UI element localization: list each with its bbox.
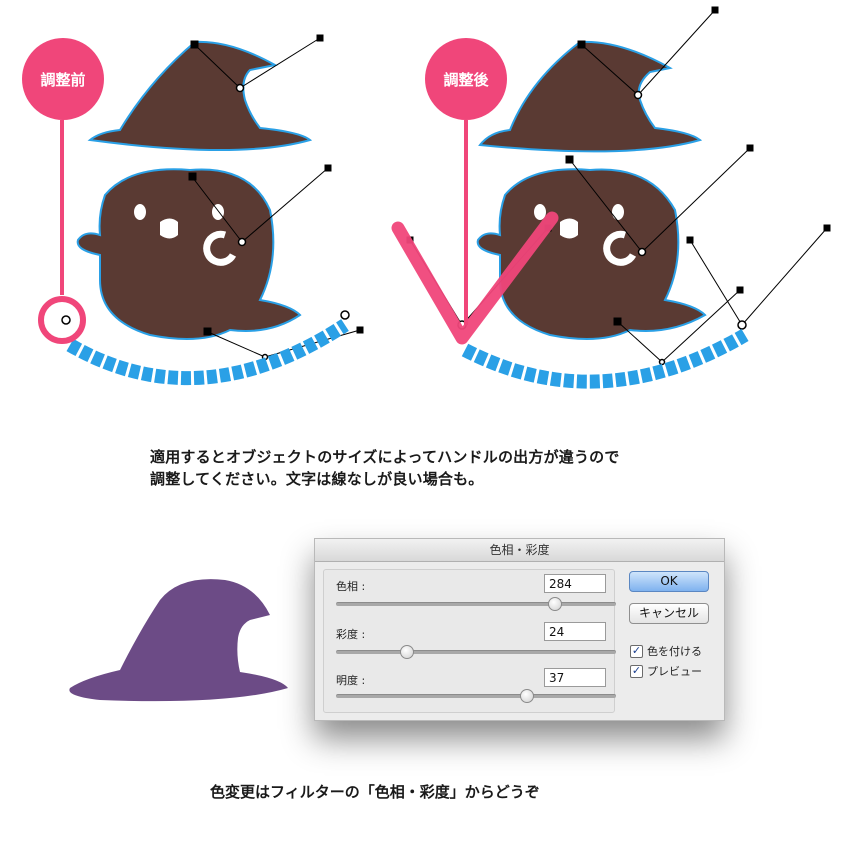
caption-line-2: 調整してください。文字は線なしが良い場合も。 bbox=[150, 470, 484, 488]
ok-button[interactable]: OK bbox=[629, 571, 709, 592]
lightness-slider-thumb[interactable] bbox=[520, 689, 535, 703]
lightness-input[interactable]: 37 bbox=[544, 668, 606, 687]
hue-slider-thumb[interactable] bbox=[548, 597, 563, 611]
ghost-body-after bbox=[476, 168, 707, 340]
adjustment-panel: 色相 : 284 彩度 : 24 明度 : 37 bbox=[323, 569, 616, 713]
dialog-title: 色相・彩度 bbox=[315, 539, 724, 562]
preview-label: プレビュー bbox=[647, 665, 702, 678]
saturation-slider-track[interactable] bbox=[336, 650, 616, 654]
caption: 適用するとオブジェクトのサイズによってハンドルの出方が違うので 調整してください… bbox=[150, 446, 620, 490]
caption-line-1: 適用するとオブジェクトのサイズによってハンドルの出方が違うので bbox=[150, 448, 620, 466]
ghost-body-before bbox=[76, 168, 302, 340]
cancel-button[interactable]: キャンセル bbox=[629, 603, 709, 624]
colorize-label: 色を付ける bbox=[647, 645, 702, 658]
hue-saturation-dialog: 色相・彩度 色相 : 284 彩度 : 24 明度 : 37 OK キャンセル … bbox=[314, 538, 725, 721]
ghost-mouth bbox=[160, 218, 178, 239]
lightness-slider-track[interactable] bbox=[336, 694, 616, 698]
badge-before: 調整前 bbox=[22, 38, 104, 120]
colorize-checkbox[interactable]: ✓ 色を付ける bbox=[630, 643, 702, 659]
witch-hat-after bbox=[478, 40, 703, 153]
ghost-eye-right bbox=[212, 204, 224, 220]
hue-input[interactable]: 284 bbox=[544, 574, 606, 593]
hue-slider-track[interactable] bbox=[336, 602, 616, 606]
saturation-label: 彩度 : bbox=[336, 628, 366, 641]
saturation-slider-thumb[interactable] bbox=[400, 645, 414, 659]
colorize-check-icon[interactable]: ✓ bbox=[630, 644, 643, 658]
ghost-eye-left bbox=[134, 204, 146, 220]
bottom-caption: 色変更はフィルターの「色相・彩度」からどうぞ bbox=[210, 783, 540, 801]
lightness-label: 明度 : bbox=[336, 674, 366, 687]
purple-witch-hat bbox=[69, 579, 288, 702]
hue-label: 色相 : bbox=[336, 580, 366, 593]
saturation-input[interactable]: 24 bbox=[544, 622, 606, 641]
preview-check-icon[interactable]: ✓ bbox=[630, 664, 643, 678]
preview-checkbox[interactable]: ✓ プレビュー bbox=[630, 663, 702, 679]
witch-hat-before bbox=[87, 40, 313, 151]
badge-after: 調整後 bbox=[425, 38, 507, 120]
happy-halloween-text-after bbox=[461, 328, 749, 389]
